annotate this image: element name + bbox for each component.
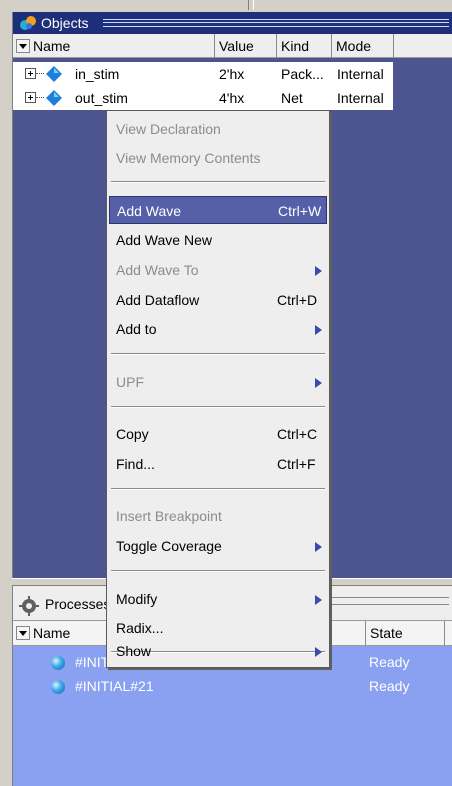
column-name[interactable]: Name [13, 34, 215, 58]
menu-separator [111, 488, 325, 490]
process-state: Ready [369, 678, 410, 694]
menu-item-add-dataflow[interactable]: Add Dataflow Ctrl+D [109, 286, 327, 314]
top-divider[interactable] [248, 0, 254, 10]
menu-item-label: Insert Breakpoint [116, 508, 222, 524]
object-value: 4'hx [219, 90, 245, 106]
menu-item-modify[interactable]: Modify [109, 585, 327, 613]
menu-item-label: Copy [116, 426, 149, 442]
submenu-arrow-icon [315, 325, 322, 335]
objects-pane-grip[interactable] [103, 19, 449, 27]
column-kind[interactable]: Kind [277, 34, 332, 58]
submenu-arrow-icon [315, 266, 322, 276]
menu-item-show[interactable]: Show [109, 637, 327, 665]
menu-item-label: Add Wave New [116, 232, 212, 248]
column-kind-label: Kind [281, 38, 310, 54]
menu-item-copy[interactable]: Copy Ctrl+C [109, 420, 327, 448]
object-kind: Net [281, 90, 303, 106]
expand-icon[interactable] [25, 92, 36, 103]
menu-item-label: Add Wave To [116, 262, 199, 278]
process-row[interactable]: #INITIAL#21 Ready [13, 674, 452, 698]
menu-item-label: Toggle Coverage [116, 538, 222, 554]
object-row-in-stim[interactable]: in_stim 2'hx Pack... Internal [13, 62, 393, 86]
menu-item-label: Add Wave [117, 203, 182, 219]
submenu-arrow-icon [315, 647, 322, 657]
column-mode-label: Mode [336, 38, 372, 54]
menu-item-upf[interactable]: UPF [109, 368, 327, 396]
menu-item-add-wave[interactable]: Add Wave Ctrl+W [109, 196, 327, 224]
sort-arrow-icon[interactable] [16, 626, 30, 640]
menu-item-find[interactable]: Find... Ctrl+F [109, 450, 327, 478]
submenu-arrow-icon [315, 542, 322, 552]
objects-pane-title: Objects [41, 15, 89, 31]
tree-connector [36, 73, 44, 74]
menu-item-shortcut: Ctrl+C [277, 426, 318, 442]
menu-item-add-to[interactable]: Add to [109, 315, 327, 343]
column-value[interactable]: Value [215, 34, 277, 58]
menu-item-insert-breakpoint[interactable]: Insert Breakpoint [109, 502, 327, 530]
menu-item-label: Find... [116, 456, 155, 472]
context-menu: View Declaration View Memory Contents Ad… [106, 110, 330, 668]
process-name: #INITIAL#21 [75, 678, 154, 694]
sort-arrow-icon[interactable] [16, 39, 30, 53]
menu-item-add-wave-new[interactable]: Add Wave New [109, 226, 327, 254]
menu-separator [111, 353, 325, 355]
top-strip [0, 0, 452, 12]
process-state: Ready [369, 654, 410, 670]
process-icon [51, 656, 65, 670]
menu-item-view-declaration[interactable]: View Declaration [109, 115, 327, 143]
menu-item-toggle-coverage[interactable]: Toggle Coverage [109, 532, 327, 560]
menu-item-label: View Declaration [116, 121, 221, 137]
menu-item-label: Add to [116, 321, 157, 337]
object-name: in_stim [75, 66, 120, 82]
object-mode: Internal [337, 90, 384, 106]
menu-item-label: View Memory Contents [116, 150, 261, 166]
expand-icon[interactable] [25, 68, 36, 79]
menu-item-label: Add Dataflow [116, 292, 200, 308]
menu-separator [111, 570, 325, 572]
objects-column-header: Name Value Kind Mode [13, 34, 452, 58]
menu-item-add-wave-to[interactable]: Add Wave To [109, 256, 327, 284]
signal-diamond-icon [46, 66, 62, 82]
object-kind: Pack... [281, 66, 324, 82]
object-mode: Internal [337, 66, 384, 82]
objects-icon [20, 16, 36, 30]
menu-item-shortcut: Ctrl+W [278, 203, 322, 219]
menu-item-label: UPF [116, 374, 144, 390]
tree-connector [36, 97, 44, 98]
object-name: out_stim [75, 90, 128, 106]
menu-item-label: Radix... [116, 620, 164, 636]
process-icon [51, 680, 65, 694]
signal-diamond-icon [46, 90, 62, 106]
menu-item-label: Modify [116, 591, 158, 607]
menu-item-view-memory-contents[interactable]: View Memory Contents [109, 144, 327, 172]
submenu-arrow-icon [315, 595, 322, 605]
menu-item-shortcut: Ctrl+F [277, 456, 316, 472]
submenu-arrow-icon [315, 378, 322, 388]
column-value-label: Value [219, 38, 254, 54]
menu-separator [111, 181, 325, 183]
menu-item-shortcut: Ctrl+D [277, 292, 318, 308]
column-name-label: Name [33, 38, 71, 54]
menu-item-label: Show [116, 643, 152, 659]
object-value: 2'hx [219, 66, 245, 82]
objects-pane-header[interactable]: Objects [13, 12, 452, 34]
gear-icon [19, 596, 39, 616]
column-mode[interactable]: Mode [332, 34, 394, 58]
processes-pane-title: Processes [45, 596, 111, 612]
column-state-label: State [370, 625, 403, 641]
processes-pane-grip[interactable] [329, 597, 449, 605]
column-state[interactable]: State [365, 621, 445, 645]
object-row-out-stim[interactable]: out_stim 4'hx Net Internal [13, 86, 393, 110]
menu-separator [111, 406, 325, 408]
column-name-label: Name [33, 625, 71, 641]
